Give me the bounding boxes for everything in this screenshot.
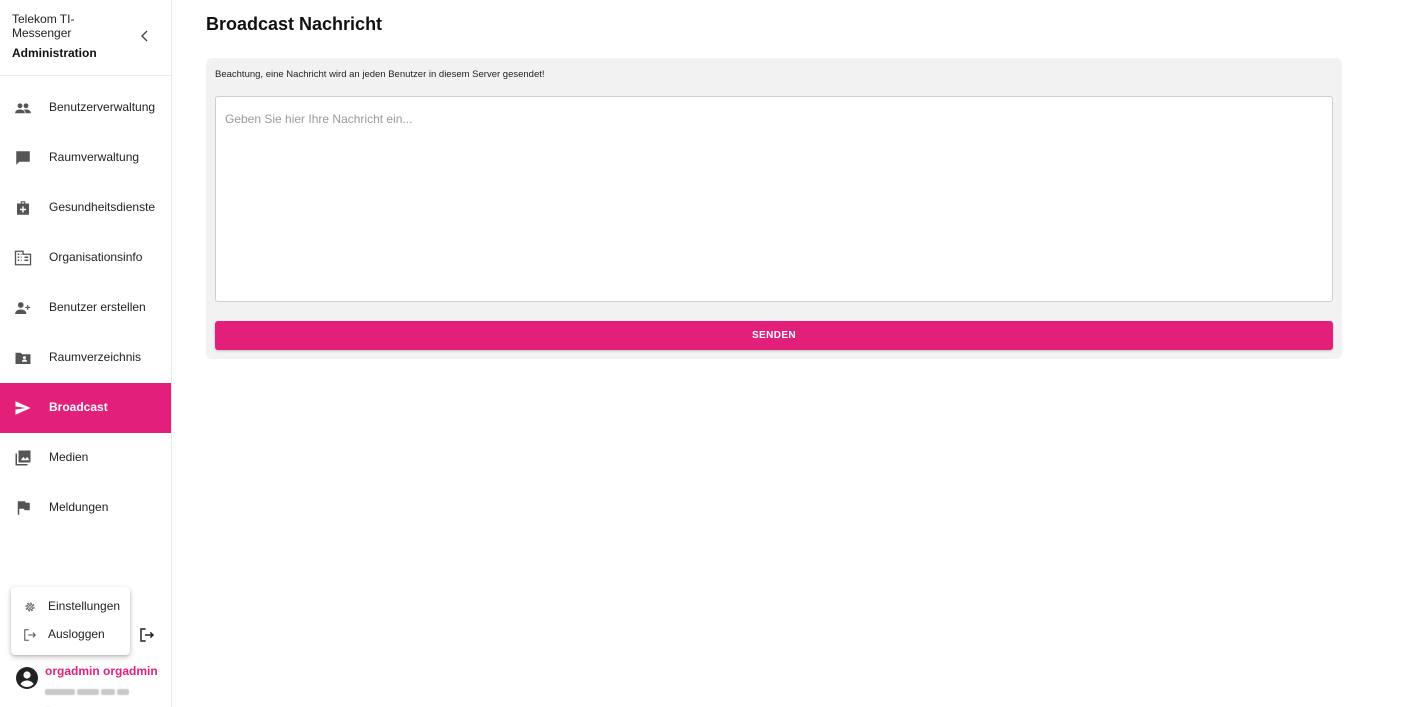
sidebar-item-raumverzeichnis[interactable]: Raumverzeichnis [0, 333, 171, 383]
building-icon [14, 250, 32, 266]
sidebar: Telekom TI-Messenger Administration Benu… [0, 0, 172, 707]
sidebar-item-benutzerverwaltung[interactable]: Benutzerverwaltung [0, 83, 171, 133]
sidebar-item-gesundheitsdienste[interactable]: Gesundheitsdienste [0, 183, 171, 233]
sidebar-item-label: Benutzer erstellen [49, 300, 146, 314]
flag-icon [17, 501, 30, 515]
user-id-redacted [45, 682, 137, 695]
user-profile[interactable]: orgadmin orgadmin [0, 660, 171, 700]
broadcast-notice: Beachtung, eine Nachricht wird an jeden … [215, 69, 545, 80]
menu-item-settings[interactable]: Einstellungen [11, 593, 130, 621]
sidebar-item-label: Meldungen [49, 500, 109, 514]
page-title: Broadcast Nachricht [206, 14, 383, 34]
people-icon [15, 103, 31, 114]
sidebar-item-organisationsinfo[interactable]: Organisationsinfo [0, 233, 171, 283]
sidebar-item-label: Raumverwaltung [49, 150, 140, 164]
person-add-icon [15, 302, 31, 314]
logout-icon [24, 629, 36, 641]
brand-header: Telekom TI-Messenger Administration [0, 0, 171, 76]
sidebar-item-label: Organisationsinfo [49, 250, 143, 264]
sidebar-item-benutzer-erstellen[interactable]: Benutzer erstellen [0, 283, 171, 333]
menu-item-logout[interactable]: Ausloggen [11, 621, 130, 649]
broadcast-card: Beachtung, eine Nachricht wird an jeden … [206, 58, 1342, 359]
sidebar-item-label: Medien [49, 450, 89, 464]
logout-button[interactable] [139, 627, 155, 643]
menu-item-label: Einstellungen [48, 599, 121, 613]
message-input[interactable] [215, 96, 1333, 302]
sidebar-item-medien[interactable]: Medien [0, 433, 171, 483]
user-name: orgadmin orgadmin [45, 664, 158, 678]
app-title: Telekom TI-Messenger [12, 12, 75, 40]
sidebar-item-label: Benutzerverwaltung [49, 100, 156, 114]
collapse-sidebar-button[interactable] [137, 28, 153, 44]
sidebar-nav: Benutzerverwaltung Raumverwaltung Gesund… [0, 83, 171, 533]
folder-shared-icon [15, 352, 31, 364]
medical-bag-icon [17, 201, 29, 215]
send-button[interactable]: SENDEN [215, 321, 1333, 350]
sidebar-item-broadcast[interactable]: Broadcast [0, 383, 171, 433]
menu-item-label: Ausloggen [48, 627, 105, 641]
user-menu-popup: Einstellungen Ausloggen [11, 587, 130, 655]
account-circle-icon [16, 667, 38, 689]
chat-bubble-icon [16, 151, 30, 165]
chevron-left-icon [141, 30, 148, 42]
sidebar-item-label: Gesundheitsdienste [49, 200, 156, 214]
send-icon [15, 401, 31, 415]
sidebar-item-label: Broadcast [49, 400, 108, 414]
app-subtitle: Administration [12, 46, 97, 60]
sidebar-item-raumverwaltung[interactable]: Raumverwaltung [0, 133, 171, 183]
sidebar-item-label: Raumverzeichnis [49, 350, 142, 364]
logout-icon [140, 628, 155, 642]
gear-icon [25, 602, 35, 612]
photo-library-icon [15, 450, 31, 466]
sidebar-item-meldungen[interactable]: Meldungen [0, 483, 171, 533]
